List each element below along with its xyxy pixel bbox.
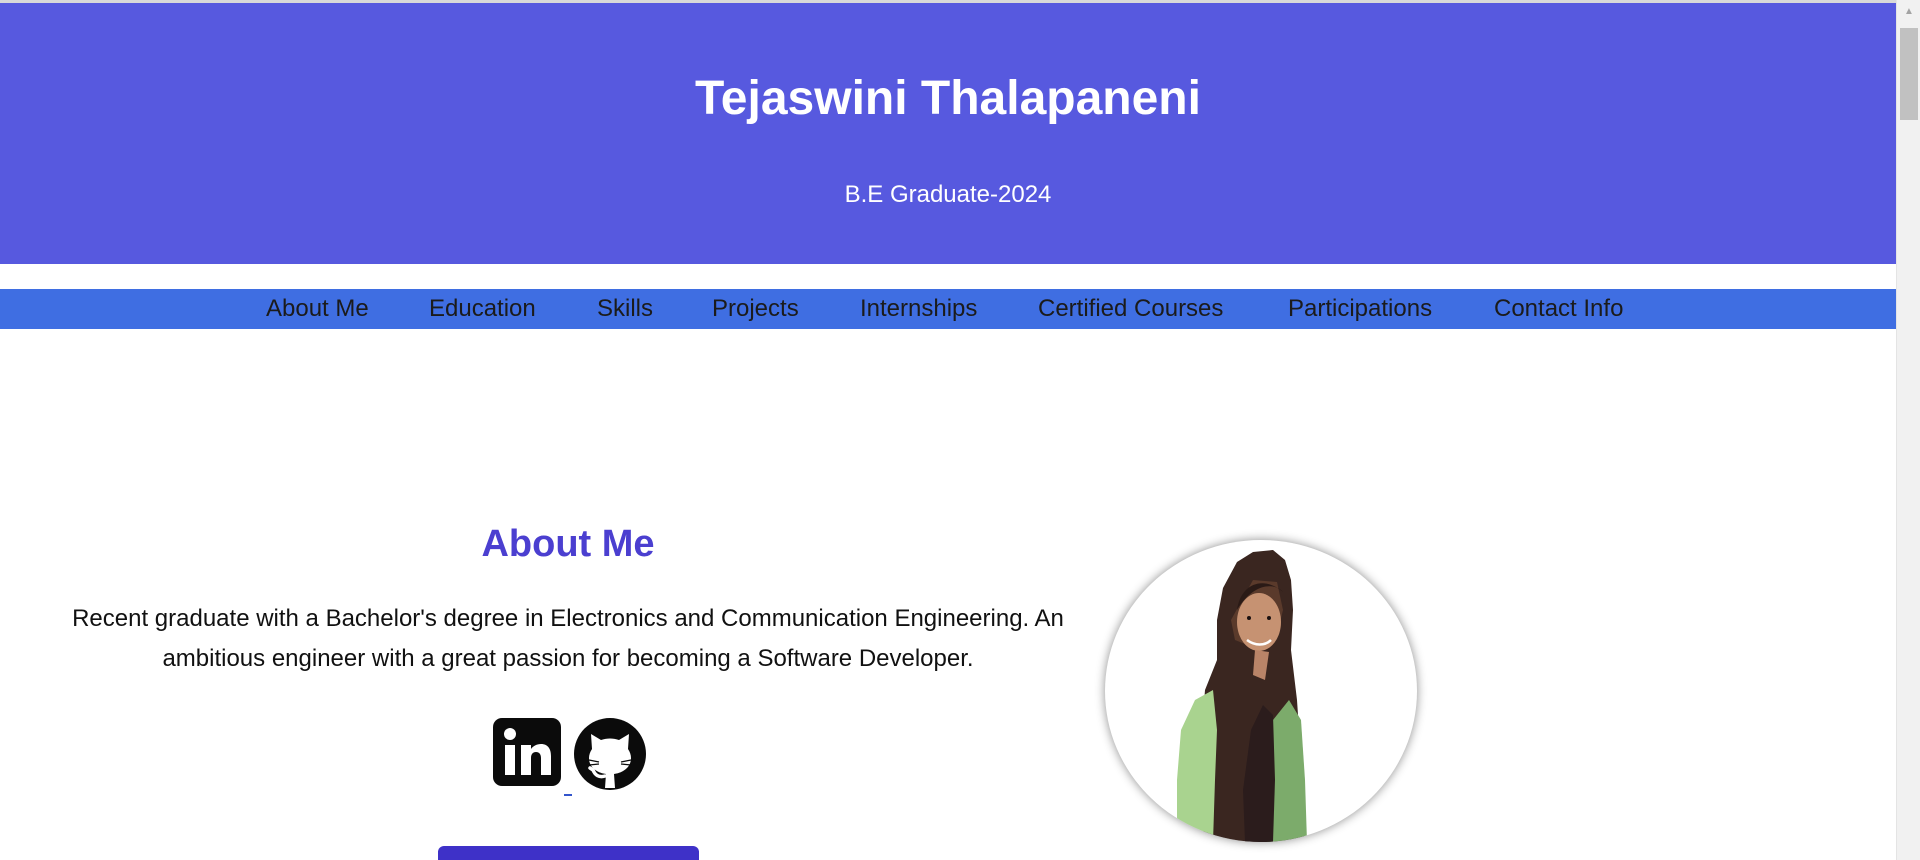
scroll-up-arrow-icon[interactable]: ▲ — [1897, 2, 1920, 22]
page-subtitle: B.E Graduate-2024 — [844, 181, 1052, 208]
linkedin-link[interactable] — [493, 718, 561, 791]
linkedin-icon — [493, 718, 561, 786]
link-underline — [564, 794, 572, 796]
github-link[interactable] — [574, 718, 646, 795]
hero-header: Tejaswini Thalapaneni B.E Graduate-2024 — [0, 3, 1896, 264]
profile-photo — [1105, 540, 1417, 842]
cta-button[interactable] — [438, 846, 699, 860]
nav-projects[interactable]: Projects — [712, 289, 799, 329]
about-heading: About Me — [481, 523, 655, 565]
nav-internships[interactable]: Internships — [860, 289, 977, 329]
nav-contact-info[interactable]: Contact Info — [1494, 289, 1623, 329]
nav-about-me[interactable]: About Me — [266, 289, 369, 329]
nav-education[interactable]: Education — [429, 289, 536, 329]
nav-participations[interactable]: Participations — [1288, 289, 1432, 329]
vertical-scrollbar[interactable]: ▲ — [1896, 0, 1920, 860]
main-nav: About Me Education Skills Projects Inter… — [0, 289, 1896, 329]
social-links — [490, 718, 650, 798]
scroll-thumb[interactable] — [1900, 28, 1918, 120]
page: Tejaswini Thalapaneni B.E Graduate-2024 … — [0, 0, 1896, 860]
nav-certified-courses[interactable]: Certified Courses — [1038, 289, 1223, 329]
about-description: Recent graduate with a Bachelor's degree… — [72, 605, 1064, 672]
nav-skills[interactable]: Skills — [597, 289, 653, 329]
page-title: Tejaswini Thalapaneni — [695, 72, 1201, 125]
github-icon — [574, 718, 646, 790]
